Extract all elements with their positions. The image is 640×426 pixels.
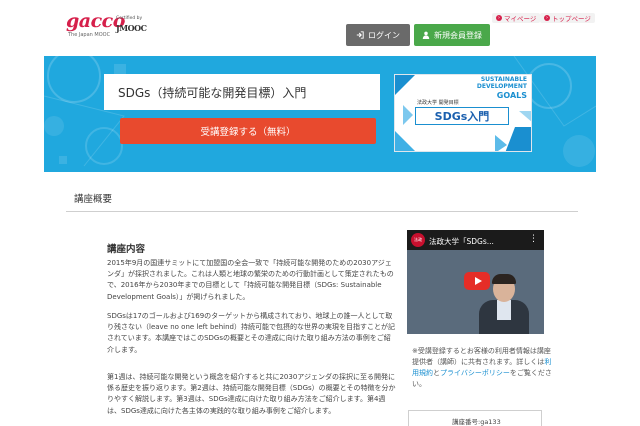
description-paragraph-2: SDGsは17のゴールおよび169のターゲットから構成されており、地球上の誰一人… — [107, 312, 395, 354]
lecturer-hair — [492, 274, 516, 284]
certified-brand: JMOOC — [116, 23, 147, 33]
thumbnail-subtitle: 法政大学 開発目標 — [417, 100, 459, 106]
privacy-policy-link[interactable]: プライバシーポリシー — [440, 369, 510, 377]
logo-subtext: The Japan MOOC — [68, 32, 111, 38]
video-frame — [407, 250, 544, 334]
course-thumbnail: SUSTAINABLE DEVELOPMENT GOALS 法政大学 開発目標 … — [394, 74, 532, 152]
description-paragraph-1: 2015年9月の国連サミットにて加盟国の全会一致で「持続可能な開発のための203… — [107, 259, 394, 301]
sdg-goals-logo: SUSTAINABLE DEVELOPMENT GOALS — [476, 76, 527, 100]
goals-line2: DEVELOPMENT — [476, 82, 527, 90]
note-text-before: ※受講登録するとお客様の利用者情報は講座提供者（講師）に共有されます。詳しくは — [412, 347, 551, 366]
section-divider — [66, 211, 578, 212]
toppage-link[interactable]: › トップページ — [540, 13, 595, 23]
video-title[interactable]: 法政大学「SDGs... — [429, 236, 494, 247]
registration-note: ※受講登録するとお客様の利用者情報は講座提供者（講師）に共有されます。詳しくは利… — [412, 346, 552, 390]
arrow-right-icon: › — [544, 15, 550, 21]
course-title: SDGs（持続可能な開発目標）入門 — [118, 86, 307, 100]
certified-label: Certified by — [116, 16, 143, 21]
video-title-bar: 法政 法政大学「SDGs... ⋮ — [407, 230, 544, 250]
goals-line3: GOALS — [496, 90, 527, 100]
login-label: ログイン — [368, 30, 400, 40]
channel-logo: 法政 — [411, 233, 425, 247]
lecturer-shirt — [497, 300, 511, 320]
toppage-label: トップページ — [552, 15, 591, 23]
enroll-button[interactable]: 受講登録する（無料） — [120, 118, 376, 144]
jmooc-certified-logo: Certified by JMOOC — [116, 16, 152, 36]
content-title: 講座内容 — [107, 244, 146, 255]
play-icon — [474, 277, 482, 285]
thumbnail-main-text: SDGs入門 — [415, 107, 509, 125]
login-button[interactable]: ログイン — [346, 24, 410, 46]
more-options-icon[interactable]: ⋮ — [529, 234, 538, 244]
intro-video[interactable]: 法政 法政大学「SDGs... ⋮ — [407, 230, 544, 334]
login-icon — [356, 31, 364, 39]
play-button[interactable] — [464, 272, 490, 290]
section-heading: 講座概要 — [74, 194, 113, 205]
mypage-label: マイページ — [504, 15, 537, 23]
register-label: 新規会員登録 — [434, 30, 482, 40]
site-header: gacco The Japan MOOC Certified by JMOOC … — [0, 0, 640, 52]
register-button[interactable]: 新規会員登録 — [414, 24, 490, 46]
description-paragraph-3: 第1週は、持続可能な開発という概念を紹介すると共に2030アジェンダの採択に至る… — [107, 373, 396, 415]
user-icon — [422, 31, 430, 39]
mypage-link[interactable]: › マイページ — [492, 13, 541, 23]
note-text-and: と — [433, 369, 440, 377]
course-number: 講座番号:ga133 — [452, 418, 501, 426]
arrow-right-icon: › — [496, 15, 502, 21]
